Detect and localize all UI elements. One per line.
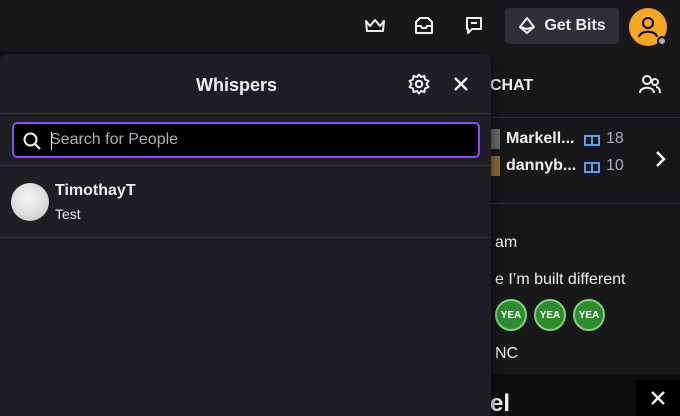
- emote-yea[interactable]: YEA: [573, 299, 605, 331]
- gifter-row: dannyb... 10: [488, 155, 624, 177]
- whisper-icon[interactable]: [459, 12, 489, 40]
- avatar: [11, 183, 49, 221]
- search-input[interactable]: [50, 127, 470, 153]
- close-icon[interactable]: [447, 70, 475, 98]
- banner-text: el: [490, 390, 511, 416]
- status-dot: [657, 36, 667, 46]
- chat-message: e I’m built different: [495, 271, 626, 288]
- search-box: [12, 122, 480, 158]
- emote-yea[interactable]: YEA: [495, 299, 527, 331]
- banner-close-icon[interactable]: [636, 380, 680, 416]
- chat-message: NC: [495, 345, 519, 362]
- thread-preview: Test: [55, 206, 81, 222]
- bits-icon: [519, 17, 536, 34]
- search-icon: [22, 131, 42, 156]
- gear-icon[interactable]: [405, 70, 433, 98]
- get-bits-label: Get Bits: [544, 17, 606, 34]
- search-bar: [0, 114, 491, 166]
- chat-message: am: [495, 234, 518, 251]
- crown-icon[interactable]: [360, 12, 390, 40]
- chat-title: CHAT: [490, 77, 534, 94]
- whispers-header: Whispers: [0, 54, 491, 114]
- thread-username: TimothayT: [55, 182, 136, 199]
- top-nav: Get Bits: [0, 0, 680, 52]
- chat-header: CHAT: [480, 52, 680, 118]
- gift-icon: [584, 162, 600, 173]
- gifter-name: dannyb...: [506, 157, 577, 174]
- emote-yea[interactable]: YEA: [534, 299, 566, 331]
- gift-icon: [584, 135, 600, 146]
- chat-panel: CHAT Markell... 18 dannyb... 10 am e I’m…: [480, 52, 680, 416]
- whisper-thread[interactable]: TimothayT Test: [0, 167, 491, 238]
- whispers-title: Whispers: [195, 75, 278, 95]
- gifter-name: Markell...: [506, 130, 575, 147]
- chevron-right-icon[interactable]: [654, 150, 666, 173]
- gift-count: 10: [606, 157, 624, 174]
- users-icon[interactable]: [638, 72, 662, 101]
- gifter-row: Markell... 18: [488, 128, 624, 150]
- gift-leaderboard[interactable]: Markell... 18 dannyb... 10: [480, 118, 680, 204]
- whispers-popover: Whispers TimothayT Test: [0, 54, 491, 416]
- gift-count: 18: [606, 130, 624, 147]
- get-bits-button[interactable]: Get Bits: [505, 8, 619, 44]
- user-avatar-button[interactable]: [629, 8, 667, 46]
- user-icon: [638, 17, 658, 38]
- inbox-icon[interactable]: [409, 12, 439, 40]
- text-caret: [51, 132, 52, 150]
